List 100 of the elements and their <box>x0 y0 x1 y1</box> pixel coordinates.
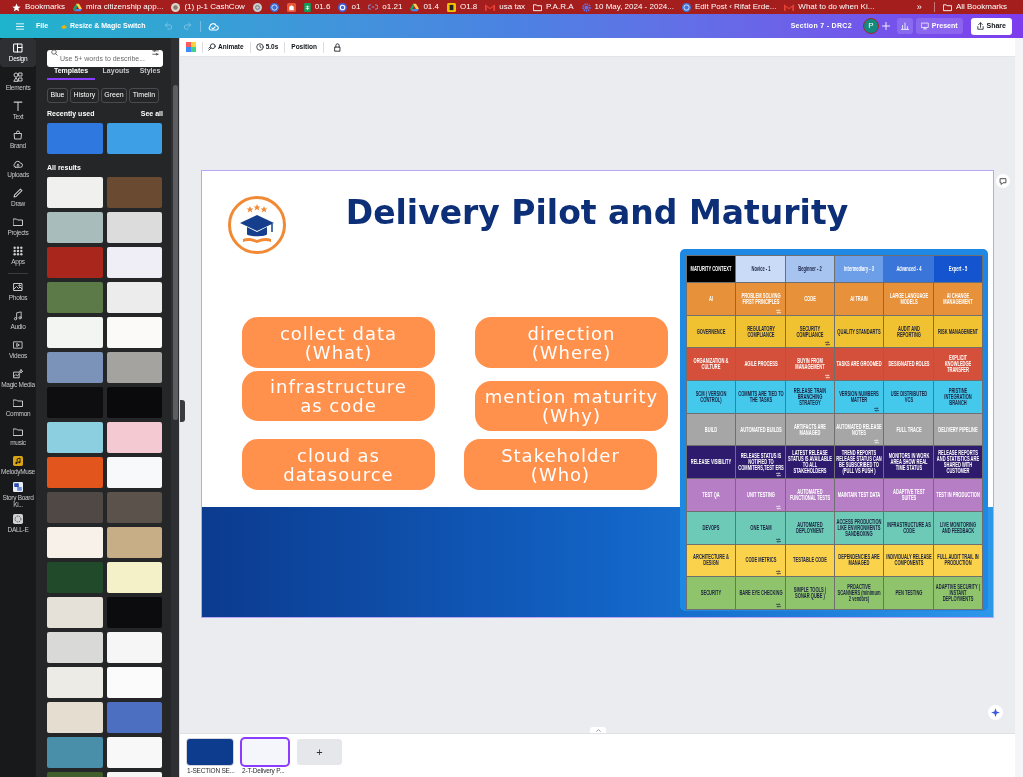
bookmark-link[interactable]: O1.8 <box>446 0 478 14</box>
template-thumbnail[interactable] <box>107 737 162 768</box>
template-thumbnail[interactable] <box>47 387 103 418</box>
folder-icon <box>13 217 23 227</box>
template-thumbnail[interactable] <box>47 282 103 313</box>
template-thumbnail[interactable] <box>47 527 103 558</box>
template-thumbnail[interactable] <box>47 352 103 383</box>
picture-tile-icon <box>13 481 23 492</box>
template-thumbnail[interactable] <box>107 212 162 243</box>
pages-toggle-button[interactable] <box>590 727 606 733</box>
bookmark-link[interactable]: P.A.R.A <box>533 0 574 14</box>
plus-icon[interactable] <box>881 22 890 30</box>
text-icon <box>13 101 23 111</box>
link-icon <box>368 4 379 10</box>
bookmark-link[interactable]: usa tax <box>485 0 526 14</box>
motion-icon <box>208 43 216 51</box>
slide-title: Delivery Pilot and Maturity <box>344 193 850 233</box>
topic-pill: Stakeholder (Who) <box>464 439 657 490</box>
square-logo-icon[interactable] <box>286 2 296 12</box>
round-logo-icon <box>171 2 181 12</box>
template-thumbnail[interactable] <box>47 247 103 278</box>
caret-icon <box>595 728 601 732</box>
app-tile-icon <box>13 514 23 524</box>
more-bookmarks-button[interactable]: » <box>916 0 922 14</box>
folder-icon <box>13 398 23 408</box>
template-thumbnail[interactable] <box>107 632 162 663</box>
bookmark-link[interactable]: Edit Post ‹ Rifat Erde... <box>682 0 777 14</box>
template-thumbnail[interactable] <box>47 597 103 628</box>
sparkle-icon[interactable] <box>988 705 1003 720</box>
template-thumbnail[interactable] <box>47 457 103 488</box>
template-thumbnail[interactable] <box>107 123 162 154</box>
template-thumbnail[interactable] <box>107 352 162 383</box>
all-bookmarks-link[interactable]: All Bookmarks <box>942 0 1007 14</box>
gear-icon <box>581 2 591 12</box>
template-thumbnail[interactable] <box>107 527 162 558</box>
template-thumbnail[interactable] <box>47 737 103 768</box>
template-thumbnail[interactable] <box>107 597 162 628</box>
double-arrow-icon <box>824 374 831 380</box>
add-page-button[interactable]: + <box>297 739 342 765</box>
template-thumbnail[interactable] <box>47 317 103 348</box>
double-arrow-icon <box>774 570 782 576</box>
bookmark-link[interactable]: Bookmarks <box>12 0 65 14</box>
template-thumbnail[interactable] <box>47 632 103 663</box>
page-thumbnail[interactable] <box>242 739 288 765</box>
template-thumbnail[interactable] <box>107 667 162 698</box>
insights-button[interactable] <box>896 18 913 34</box>
layout-icon <box>13 43 23 53</box>
template-thumbnail[interactable] <box>107 562 162 593</box>
template-thumbnail[interactable] <box>107 387 162 418</box>
shapes-icon <box>13 72 23 82</box>
double-arrow-icon <box>824 341 831 347</box>
bookmark-link[interactable]: o1 <box>338 0 361 14</box>
menu-icon[interactable] <box>16 22 24 30</box>
page-thumbnail[interactable] <box>187 739 233 765</box>
template-thumbnail[interactable] <box>107 247 162 278</box>
grid-dots-icon <box>13 246 23 256</box>
bookmark-link[interactable]: mira citizenship app... <box>73 0 164 14</box>
template-thumbnail[interactable] <box>107 457 162 488</box>
vertical-scrollbar[interactable] <box>1015 38 1023 777</box>
sliders-icon[interactable] <box>152 49 159 56</box>
image-sparkle-icon <box>13 369 23 379</box>
sheet-icon <box>303 2 311 12</box>
star-icon <box>12 2 21 12</box>
template-thumbnail[interactable] <box>47 667 103 698</box>
cloud-check-icon[interactable] <box>207 21 219 31</box>
topic-pill: mention maturity (Why) <box>475 381 668 431</box>
bookmark-link[interactable]: 01.4 <box>410 0 439 14</box>
music-note-icon <box>13 311 23 321</box>
panel-scrollbar[interactable] <box>171 38 179 777</box>
template-thumbnail[interactable] <box>47 177 103 208</box>
template-thumbnail[interactable] <box>47 702 103 733</box>
bookmark-link[interactable]: (1) p-1 CashCow <box>171 0 245 14</box>
scrollbar-thumb[interactable] <box>172 85 178 420</box>
share-icon <box>976 22 984 30</box>
template-thumbnail[interactable] <box>47 562 103 593</box>
panel-collapse-handle[interactable] <box>180 400 185 422</box>
triangle-logo-icon <box>410 2 420 12</box>
bookmark-link[interactable]: 01.6 <box>303 0 331 14</box>
template-thumbnail[interactable] <box>47 492 103 523</box>
color-square-icon[interactable] <box>186 42 196 52</box>
bookmark-link[interactable]: What to do when Ki... <box>784 0 875 14</box>
bookmark-link[interactable]: 10 May, 2024 - 2024... <box>581 0 674 14</box>
template-thumbnail[interactable] <box>107 177 162 208</box>
template-thumbnail[interactable] <box>47 422 103 453</box>
cloud-upload-icon <box>13 159 23 169</box>
template-thumbnail[interactable] <box>107 317 162 348</box>
folder-icon <box>13 427 23 437</box>
template-thumbnail[interactable] <box>47 123 103 154</box>
lock-icon[interactable] <box>333 42 341 52</box>
double-arrow-icon <box>873 439 881 445</box>
bookmark-link[interactable]: o1.21 <box>368 0 403 14</box>
avatar[interactable]: P <box>862 18 879 34</box>
template-thumbnail[interactable] <box>107 702 162 733</box>
template-thumbnail[interactable] <box>47 212 103 243</box>
template-thumbnail[interactable] <box>107 282 162 313</box>
comment-icon[interactable] <box>996 174 1010 188</box>
double-arrow-icon <box>774 308 782 314</box>
crown-icon <box>61 23 68 29</box>
template-thumbnail[interactable] <box>107 492 162 523</box>
template-thumbnail[interactable] <box>107 422 162 453</box>
